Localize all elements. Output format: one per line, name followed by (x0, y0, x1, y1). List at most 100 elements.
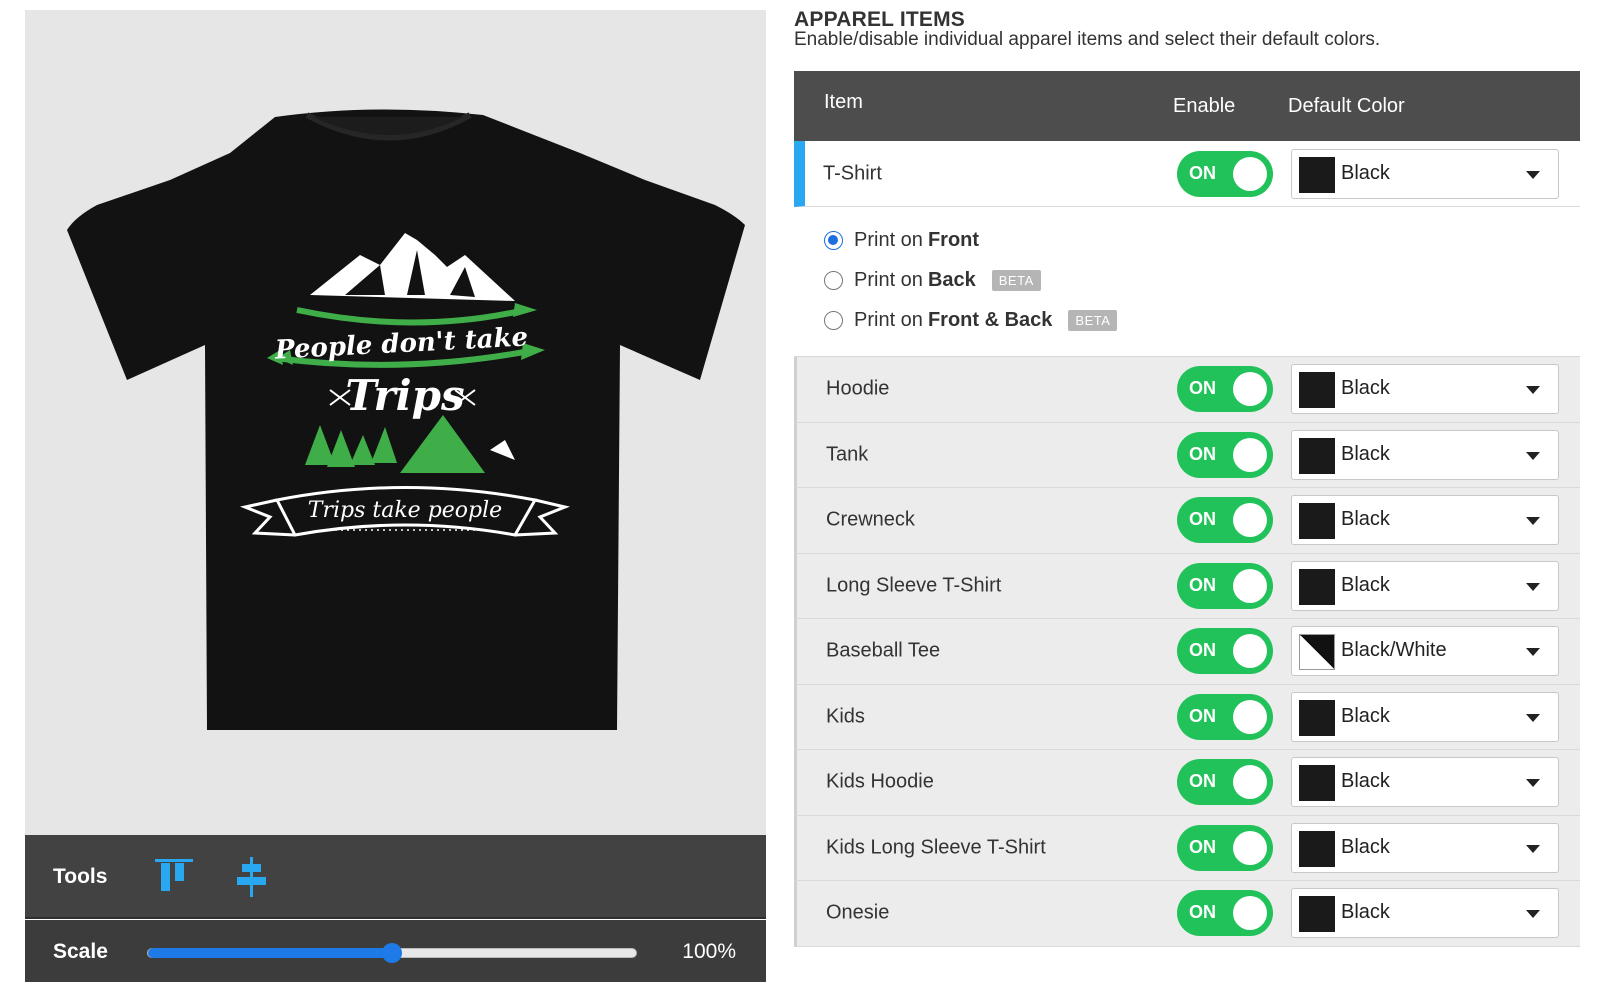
print-options: Print on Front Print on Back BETA Print on Fro… (794, 207, 1580, 357)
print-option-radio[interactable]: Print on Back BETA (824, 269, 1041, 292)
item-name: Tank (826, 443, 869, 466)
color-select[interactable]: Black (1291, 495, 1559, 546)
item-name: Baseball Tee (826, 639, 941, 662)
toggle-on-label: ON (1189, 574, 1216, 595)
table-row[interactable]: Crewneck ON Black (794, 488, 1580, 554)
print-option-prefix: Print on (854, 229, 923, 251)
color-select[interactable]: Black (1291, 148, 1559, 199)
chevron-down-icon (1526, 517, 1540, 526)
toggle-knob (1233, 896, 1267, 931)
toggle-on-label: ON (1189, 640, 1216, 661)
color-select[interactable]: Black/White (1291, 626, 1559, 677)
table-row[interactable]: Onesie ON Black (794, 881, 1580, 947)
color-label: Black (1341, 704, 1390, 727)
scale-slider-thumb[interactable] (382, 943, 402, 963)
table-row[interactable]: Long Sleeve T-Shirt ON Black (794, 553, 1580, 619)
print-option-radio[interactable]: Print on Front & Back BETA (824, 309, 1118, 332)
tools-bar: Tools (25, 835, 766, 919)
toggle-knob (1233, 156, 1267, 191)
toggle-knob (1233, 503, 1267, 538)
color-label: Black (1341, 508, 1390, 531)
item-name: Kids Long Sleeve T-Shirt (826, 836, 1046, 859)
print-option-target: Front & Back (927, 309, 1053, 331)
table-row[interactable]: Tank ON Black (794, 422, 1580, 488)
color-label: Black (1341, 770, 1390, 793)
chevron-down-icon (1526, 582, 1540, 591)
enable-toggle[interactable]: ON (1177, 890, 1273, 937)
enable-toggle[interactable]: ON (1177, 431, 1273, 478)
color-label: Black (1341, 901, 1390, 924)
chevron-down-icon (1526, 844, 1540, 853)
color-swatch (1299, 156, 1335, 193)
toggle-on-label: ON (1189, 509, 1216, 530)
color-select[interactable]: Black (1291, 757, 1559, 808)
toggle-knob (1233, 372, 1267, 407)
color-label: Black (1341, 835, 1390, 858)
color-label: Black (1341, 161, 1390, 184)
enable-toggle[interactable]: ON (1177, 693, 1273, 740)
table-row[interactable]: Hoodie ON Black (794, 357, 1580, 423)
align-top-icon[interactable] (153, 855, 197, 899)
enable-toggle[interactable]: ON (1177, 366, 1273, 413)
toggle-on-label: ON (1189, 902, 1216, 923)
scale-slider[interactable] (147, 943, 637, 963)
color-swatch (1299, 830, 1335, 867)
color-swatch (1299, 765, 1335, 802)
color-swatch (1299, 437, 1335, 474)
table-row[interactable]: T-Shirt ON Black (794, 141, 1580, 207)
toggle-knob (1233, 634, 1267, 669)
toggle-on-label: ON (1189, 836, 1216, 857)
color-swatch (1299, 372, 1335, 409)
color-select[interactable]: Black (1291, 429, 1559, 480)
table-row[interactable]: Baseball Tee ON Black/White (794, 619, 1580, 685)
color-label: Black (1341, 377, 1390, 400)
item-name: Kids (826, 705, 865, 728)
print-option-target: Front (927, 229, 980, 251)
color-swatch (1299, 699, 1335, 736)
enable-toggle[interactable]: ON (1177, 497, 1273, 544)
color-label: Black (1341, 442, 1390, 465)
chevron-down-icon (1526, 779, 1540, 788)
center-vertical-icon[interactable] (230, 855, 274, 899)
product-preview: People don't take Trips Trips take peopl… (25, 10, 766, 835)
color-select[interactable]: Black (1291, 560, 1559, 611)
enable-toggle[interactable]: ON (1177, 759, 1273, 806)
print-option-prefix: Print on (854, 309, 923, 331)
radio-icon[interactable] (824, 231, 843, 250)
section-subtitle: Enable/disable individual apparel items … (794, 29, 1381, 50)
header-item: Item (824, 91, 863, 113)
color-swatch (1299, 568, 1335, 605)
enable-toggle[interactable]: ON (1177, 150, 1273, 197)
chevron-down-icon (1526, 386, 1540, 395)
color-select[interactable]: Black (1291, 691, 1559, 742)
item-name: Kids Hoodie (826, 770, 934, 793)
table-row[interactable]: Kids Long Sleeve T-Shirt ON Black (794, 815, 1580, 881)
table-header: Item Enable Default Color (794, 71, 1580, 141)
color-swatch (1299, 634, 1335, 671)
chevron-down-icon (1526, 451, 1540, 460)
scale-bar: Scale 100% (25, 920, 766, 982)
toggle-on-label: ON (1189, 705, 1216, 726)
table-row[interactable]: Kids Hoodie ON Black (794, 750, 1580, 816)
print-option-radio[interactable]: Print on Front (824, 229, 979, 252)
toggle-on-label: ON (1189, 443, 1216, 464)
radio-icon[interactable] (824, 311, 843, 330)
toggle-on-label: ON (1189, 378, 1216, 399)
toggle-knob (1233, 830, 1267, 865)
table-row[interactable]: Kids ON Black (794, 684, 1580, 750)
apparel-table: Item Enable Default Color T-Shirt ON Black… (794, 71, 1580, 947)
radio-icon[interactable] (824, 271, 843, 290)
beta-badge: BETA (991, 270, 1041, 291)
enable-toggle[interactable]: ON (1177, 824, 1273, 871)
item-name: Hoodie (826, 377, 890, 400)
color-select[interactable]: Black (1291, 822, 1559, 873)
enable-toggle[interactable]: ON (1177, 628, 1273, 675)
color-select[interactable]: Black (1291, 888, 1559, 939)
toggle-on-label: ON (1189, 771, 1216, 792)
chevron-down-icon (1526, 910, 1540, 919)
scale-label: Scale (53, 940, 108, 963)
chevron-down-icon (1526, 170, 1540, 179)
color-select[interactable]: Black (1291, 364, 1559, 415)
beta-badge: BETA (1068, 310, 1118, 331)
enable-toggle[interactable]: ON (1177, 562, 1273, 609)
